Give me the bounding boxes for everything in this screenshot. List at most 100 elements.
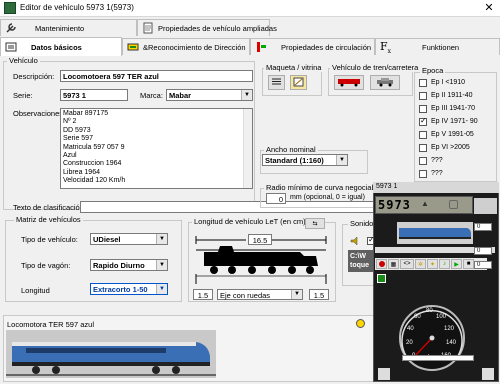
epoca-checkbox[interactable] — [419, 91, 427, 100]
epoca-group-label: Epoca — [420, 66, 446, 75]
obs-line: Nº 2 — [63, 118, 77, 126]
epoca-item[interactable]: Ep I <1910 — [419, 76, 478, 89]
function-button[interactable]: ✲ — [415, 259, 426, 269]
stop-button[interactable]: ■ — [463, 259, 474, 269]
epoca-item[interactable]: Ep III 1941-70 — [419, 102, 478, 115]
tab-mantenimiento[interactable]: Mantenimiento — [0, 19, 137, 36]
tab-reconocimiento[interactable]: &Reconocimiento de Dirección — [122, 38, 250, 55]
tab-circulacion[interactable]: Propiedades de circulación — [250, 38, 375, 55]
measure-button[interactable]: ⇆ — [305, 218, 325, 229]
record-icon — [378, 261, 385, 267]
marca-value: Mabar — [169, 91, 192, 100]
road-button[interactable] — [370, 75, 400, 90]
tick-20: 20 — [406, 340, 413, 346]
longitud-mode-select[interactable]: Eje con ruedas ▼ — [217, 289, 303, 300]
obs-line: DD 5973 — [63, 126, 91, 134]
tipo-vehiculo-value: UDiesel — [93, 235, 121, 244]
obs-line: Azul — [63, 152, 77, 160]
epoca-checkbox[interactable] — [419, 169, 427, 178]
radio-group-label: Radio mínimo de curva negociable — [264, 183, 384, 192]
list-icon — [271, 77, 282, 88]
train-icon — [337, 77, 361, 89]
function-button[interactable]: ✦ — [427, 259, 438, 269]
epoca-item[interactable]: Ep IV 1971- 90 — [419, 115, 478, 128]
tab-label: Datos básicos — [31, 42, 82, 52]
function-button[interactable]: ♪ — [439, 259, 450, 269]
observaciones-label: Observaciones: — [13, 109, 66, 118]
close-button[interactable]: ✕ — [478, 0, 500, 16]
showcase-icon — [293, 77, 304, 89]
epoca-list: Ep I <1910 Ep II 1911-40 Ep III 1941-70 … — [419, 76, 478, 180]
epoca-checkbox[interactable] — [419, 156, 427, 165]
epoca-item[interactable]: Ep V 1991-05 — [419, 128, 478, 141]
epoca-checkbox[interactable] — [419, 116, 427, 126]
car-icon — [375, 77, 395, 89]
tick-100: 100 — [436, 314, 447, 320]
epoca-checkbox[interactable] — [419, 130, 427, 139]
triangle-up-icon: ▲ — [421, 199, 429, 208]
chevron-down-icon[interactable]: ▼ — [291, 290, 302, 299]
train-mode-icon[interactable] — [377, 274, 386, 283]
serie-input[interactable]: 5973 1 — [60, 89, 128, 101]
speed-slider[interactable] — [402, 355, 474, 361]
address-value: 5973 — [378, 198, 411, 212]
status-led — [356, 319, 365, 328]
radio-input[interactable]: 0 — [266, 193, 286, 204]
direction-left-button[interactable] — [378, 368, 390, 380]
direction-right-button[interactable] — [482, 368, 494, 380]
arrows-icon: ⇆ — [312, 221, 318, 227]
longitud-left-input[interactable]: 1.5 — [193, 289, 213, 300]
epoca-label: Ep II 1911-40 — [431, 92, 473, 99]
epoca-label: ??? — [431, 157, 443, 164]
chevron-down-icon[interactable]: ▼ — [156, 260, 167, 270]
info-icon — [5, 41, 17, 53]
tab-funktionen[interactable]: Fx Funktionen — [375, 38, 500, 55]
obs-line: Velocidad 120 Km/h — [63, 177, 126, 185]
grid-button[interactable]: ▦ — [388, 259, 399, 269]
hand-icon[interactable] — [449, 200, 458, 209]
light-icon: ✲ — [417, 261, 424, 268]
chevron-down-icon[interactable]: ▼ — [156, 234, 167, 244]
longitud-select[interactable]: Extracorto 1-50 ▼ — [90, 283, 168, 295]
epoca-item[interactable]: Ep II 1911-40 — [419, 89, 478, 102]
epoca-checkbox[interactable] — [419, 143, 427, 152]
tick-140: 140 — [446, 340, 457, 346]
chevron-down-icon[interactable]: ▼ — [241, 90, 252, 100]
direction-button[interactable]: <> — [400, 259, 414, 269]
record-button[interactable] — [376, 259, 387, 269]
train-button[interactable] — [334, 75, 364, 90]
ancho-select[interactable]: Standard (1:160) ▼ — [262, 154, 348, 166]
function-toolbar: ▦ <> ✲ ✦ ♪ ▶ ■ — [375, 258, 487, 270]
obs-line: Librea 1964 — [63, 168, 100, 176]
chevron-down-icon[interactable]: ▼ — [336, 155, 347, 165]
play-icon: ▶ — [454, 261, 459, 268]
speedometer[interactable]: 0 20 40 60 80 100 120 140 160 km — [395, 300, 469, 372]
observaciones-textarea[interactable]: Mabar 897175 Nº 2 DD 5973 Serie 597 Matr… — [60, 108, 253, 189]
maqueta-button[interactable] — [268, 75, 285, 90]
chevron-down-icon[interactable]: ▼ — [156, 284, 167, 294]
play-button[interactable]: ▶ — [451, 259, 462, 269]
vitrina-button[interactable] — [290, 75, 307, 90]
lock-icon[interactable] — [474, 198, 497, 214]
tab-propiedades-ampliadas[interactable]: Propiedades de vehículo ampliadas — [137, 19, 277, 36]
epoca-item[interactable]: ??? — [419, 167, 478, 180]
obs-line: Matricula 597 057 9 — [63, 143, 125, 151]
scrollbar[interactable] — [243, 109, 252, 188]
longitud-lot-group-label: Longitud de vehículo LeT (en cm) — [192, 217, 308, 226]
ancho-group-label: Ancho nominal — [264, 145, 318, 154]
document-icon — [142, 22, 154, 34]
descripcion-input[interactable]: Locomotoera 597 TER azul — [60, 70, 253, 82]
speaker-icon[interactable] — [350, 236, 360, 248]
epoca-item[interactable]: ??? — [419, 154, 478, 167]
epoca-checkbox[interactable] — [419, 78, 427, 87]
epoca-checkbox[interactable] — [419, 104, 427, 113]
tipo-vagon-select[interactable]: Rapido Diurno ▼ — [90, 259, 168, 271]
tab-datos-basicos[interactable]: Datos básicos — [0, 37, 122, 56]
epoca-item[interactable]: Ep VI >2005 — [419, 141, 478, 154]
signal-icon — [255, 41, 267, 53]
epoca-label: ??? — [431, 170, 443, 177]
longitud-right-input[interactable]: 1.5 — [309, 289, 329, 300]
epoca-label: Ep IV 1971- 90 — [431, 118, 478, 125]
tipo-vehiculo-select[interactable]: UDiesel ▼ — [90, 233, 168, 245]
marca-select[interactable]: Mabar ▼ — [166, 89, 253, 101]
